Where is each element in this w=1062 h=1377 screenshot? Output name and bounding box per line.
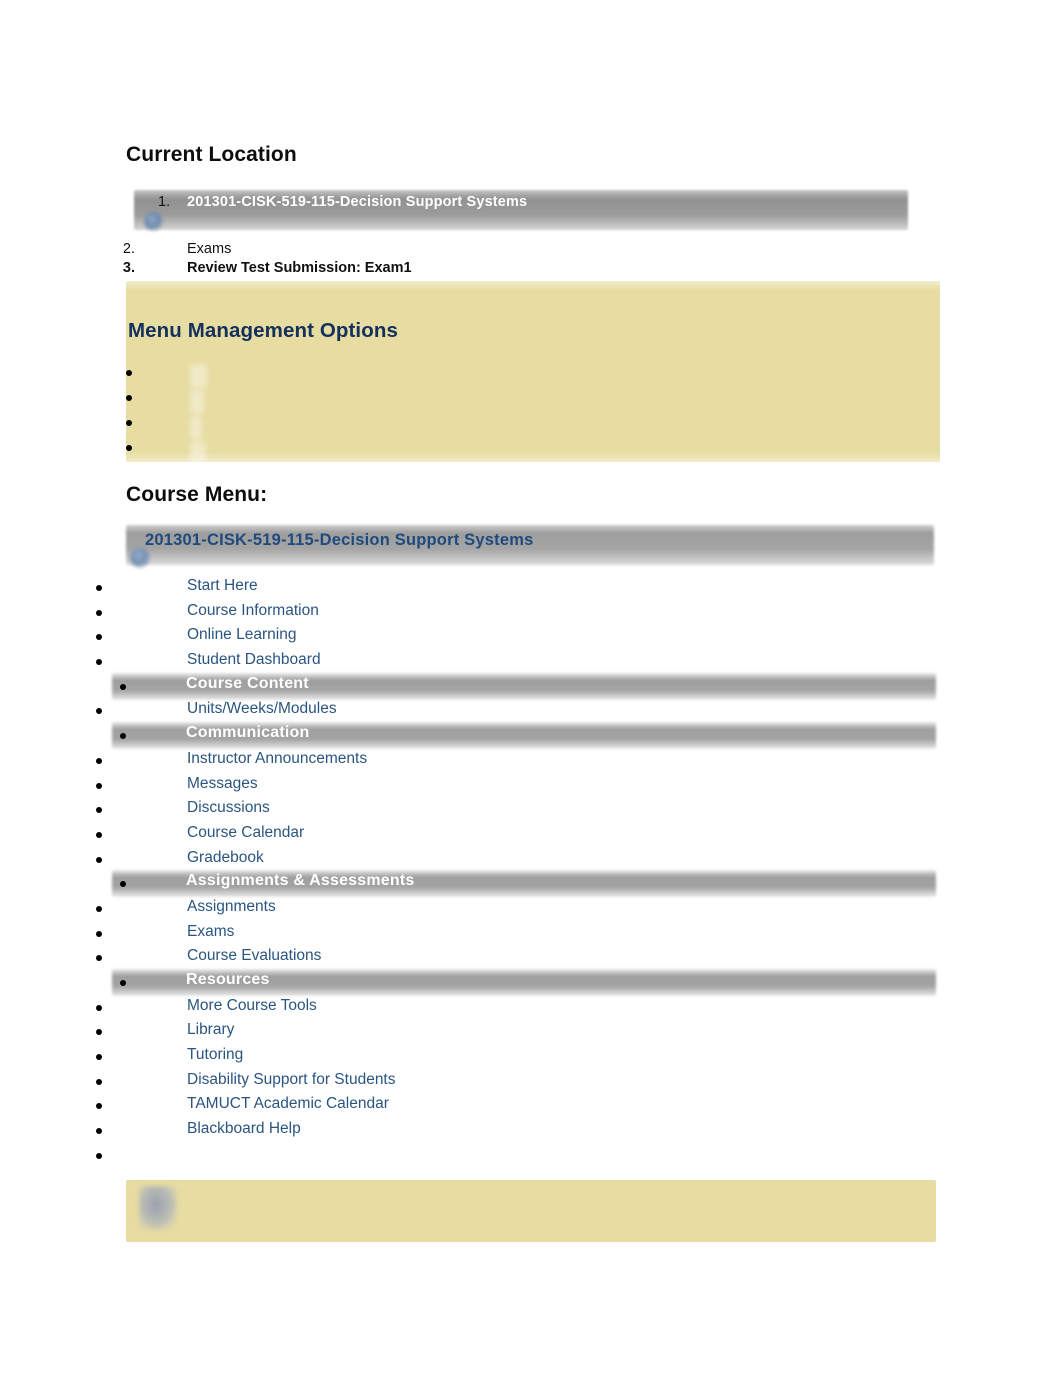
course-menu-link[interactable]: Messages (187, 775, 258, 793)
course-menu-item-row[interactable]: Blackboard Help (0, 1119, 1062, 1144)
course-menu-link[interactable]: More Course Tools (187, 997, 317, 1015)
course-menu-section-label: Assignments & Assessments (186, 872, 415, 890)
course-menu-item-row[interactable]: Online Learning (0, 625, 1062, 650)
bullet-icon (96, 856, 102, 863)
list-item[interactable] (0, 420, 1062, 445)
bullet-icon (96, 930, 102, 937)
broken-image-icon (139, 1186, 177, 1230)
course-menu-link[interactable]: TAMUCT Academic Calendar (187, 1095, 389, 1113)
bullet-icon (96, 807, 102, 814)
bullet-icon (96, 609, 102, 616)
course-menu-section-row: Course Content (0, 672, 1062, 700)
course-menu-item-row[interactable]: Exams (0, 922, 1062, 947)
course-menu-section-row: Assignments & Assessments (0, 870, 1062, 898)
course-menu-section-row: Communication (0, 722, 1062, 750)
course-menu-item-row[interactable]: Start Here (0, 576, 1062, 601)
breadcrumb-number-2: 2. (122, 241, 135, 257)
bullet-icon (96, 1128, 102, 1135)
bullet-icon (96, 831, 102, 838)
course-menu-link[interactable]: Student Dashboard (187, 651, 321, 669)
course-menu-link[interactable]: Assignments (187, 898, 276, 916)
menu-management-options-list (0, 370, 1062, 470)
course-menu-link[interactable]: Exams (187, 923, 234, 941)
bullet-icon (96, 708, 102, 715)
course-menu-item-row[interactable]: More Course Tools (0, 996, 1062, 1021)
page-title-current-location: Current Location (126, 143, 297, 166)
course-menu-link[interactable]: Course Calendar (187, 824, 304, 842)
course-menu-item-row[interactable]: Units/Weeks/Modules (0, 699, 1062, 724)
breadcrumb-number-3: 3. (122, 260, 135, 276)
course-menu-link[interactable]: Tutoring (187, 1046, 243, 1064)
bullet-icon (96, 905, 102, 912)
bullet-icon (96, 634, 102, 641)
course-menu-link[interactable]: Instructor Announcements (187, 750, 367, 768)
breadcrumb-item-exams[interactable]: Exams (187, 241, 231, 257)
course-menu-item-row[interactable]: Course Evaluations (0, 946, 1062, 971)
course-menu-course-title[interactable]: 201301-CISK-519-115-Decision Support Sys… (145, 531, 533, 550)
course-menu-link[interactable]: Disability Support for Students (187, 1071, 396, 1089)
bullet-icon (96, 659, 102, 666)
course-menu-section-row: Resources (0, 969, 1062, 996)
breadcrumb-item-review-test-submission: Review Test Submission: Exam1 (187, 260, 412, 276)
course-menu-item-row[interactable]: Course Information (0, 601, 1062, 626)
bullet-icon (96, 955, 102, 962)
course-menu-item-row[interactable]: Gradebook (0, 848, 1062, 873)
list-item[interactable] (0, 370, 1062, 395)
course-menu-item-row[interactable]: Instructor Announcements (0, 749, 1062, 774)
course-menu-list: Start Here Course Information Online Learn… (0, 576, 1062, 1169)
course-menu-link[interactable]: Discussions (187, 799, 270, 817)
bullet-icon (120, 980, 126, 986)
bullet-icon (126, 395, 132, 401)
course-menu-section-label: Course Content (186, 674, 309, 692)
course-menu-link[interactable]: Course Evaluations (187, 947, 321, 965)
bullet-icon (96, 1004, 102, 1011)
course-menu-link[interactable]: Library (187, 1021, 234, 1039)
course-menu-link[interactable]: Online Learning (187, 626, 296, 644)
course-menu-item-row[interactable] (0, 1144, 1062, 1169)
bullet-icon (96, 585, 102, 591)
course-menu-item-row[interactable]: TAMUCT Academic Calendar (0, 1094, 1062, 1119)
course-menu-link[interactable]: Gradebook (187, 849, 264, 867)
course-menu-item-row[interactable]: Discussions (0, 798, 1062, 823)
course-menu-item-row[interactable]: Student Dashboard (0, 650, 1062, 675)
bullet-icon (96, 782, 102, 789)
course-menu-section-label: Resources (186, 971, 270, 988)
bullet-icon (120, 683, 126, 690)
list-item[interactable] (0, 445, 1062, 470)
document-page: Current Location 1. 201301-CISK-519-115-… (0, 0, 1062, 1377)
bullet-icon (126, 370, 132, 376)
course-menu-item-row[interactable]: Messages (0, 774, 1062, 799)
bullet-icon (96, 1152, 102, 1159)
course-home-icon (130, 548, 150, 568)
bullet-icon (126, 445, 132, 451)
course-menu-link[interactable]: Units/Weeks/Modules (187, 700, 337, 718)
course-home-icon (144, 212, 163, 231)
list-item[interactable] (0, 395, 1062, 420)
course-menu-item-row[interactable]: Assignments (0, 897, 1062, 922)
bullet-icon (96, 1054, 102, 1061)
course-menu-link[interactable]: Course Information (187, 602, 319, 620)
breadcrumb-number-1: 1. (158, 194, 171, 210)
bullet-icon (96, 1078, 102, 1085)
menu-management-heading: Menu Management Options (128, 319, 398, 342)
course-menu-item-row[interactable]: Course Calendar (0, 823, 1062, 848)
course-menu-link[interactable]: Start Here (187, 577, 258, 595)
bullet-icon (96, 1029, 102, 1036)
course-menu-heading: Course Menu: (126, 483, 268, 506)
breadcrumb-item-course[interactable]: 201301-CISK-519-115-Decision Support Sys… (187, 194, 527, 210)
bullet-icon (96, 757, 102, 764)
course-menu-item-row[interactable]: Tutoring (0, 1045, 1062, 1070)
course-menu-link[interactable]: Blackboard Help (187, 1120, 301, 1138)
course-menu-item-row[interactable]: Disability Support for Students (0, 1070, 1062, 1095)
footer-panel (126, 1180, 936, 1242)
course-menu-section-label: Communication (186, 724, 310, 742)
bullet-icon (126, 420, 132, 426)
course-menu-item-row[interactable]: Library (0, 1020, 1062, 1045)
bullet-icon (96, 1103, 102, 1110)
